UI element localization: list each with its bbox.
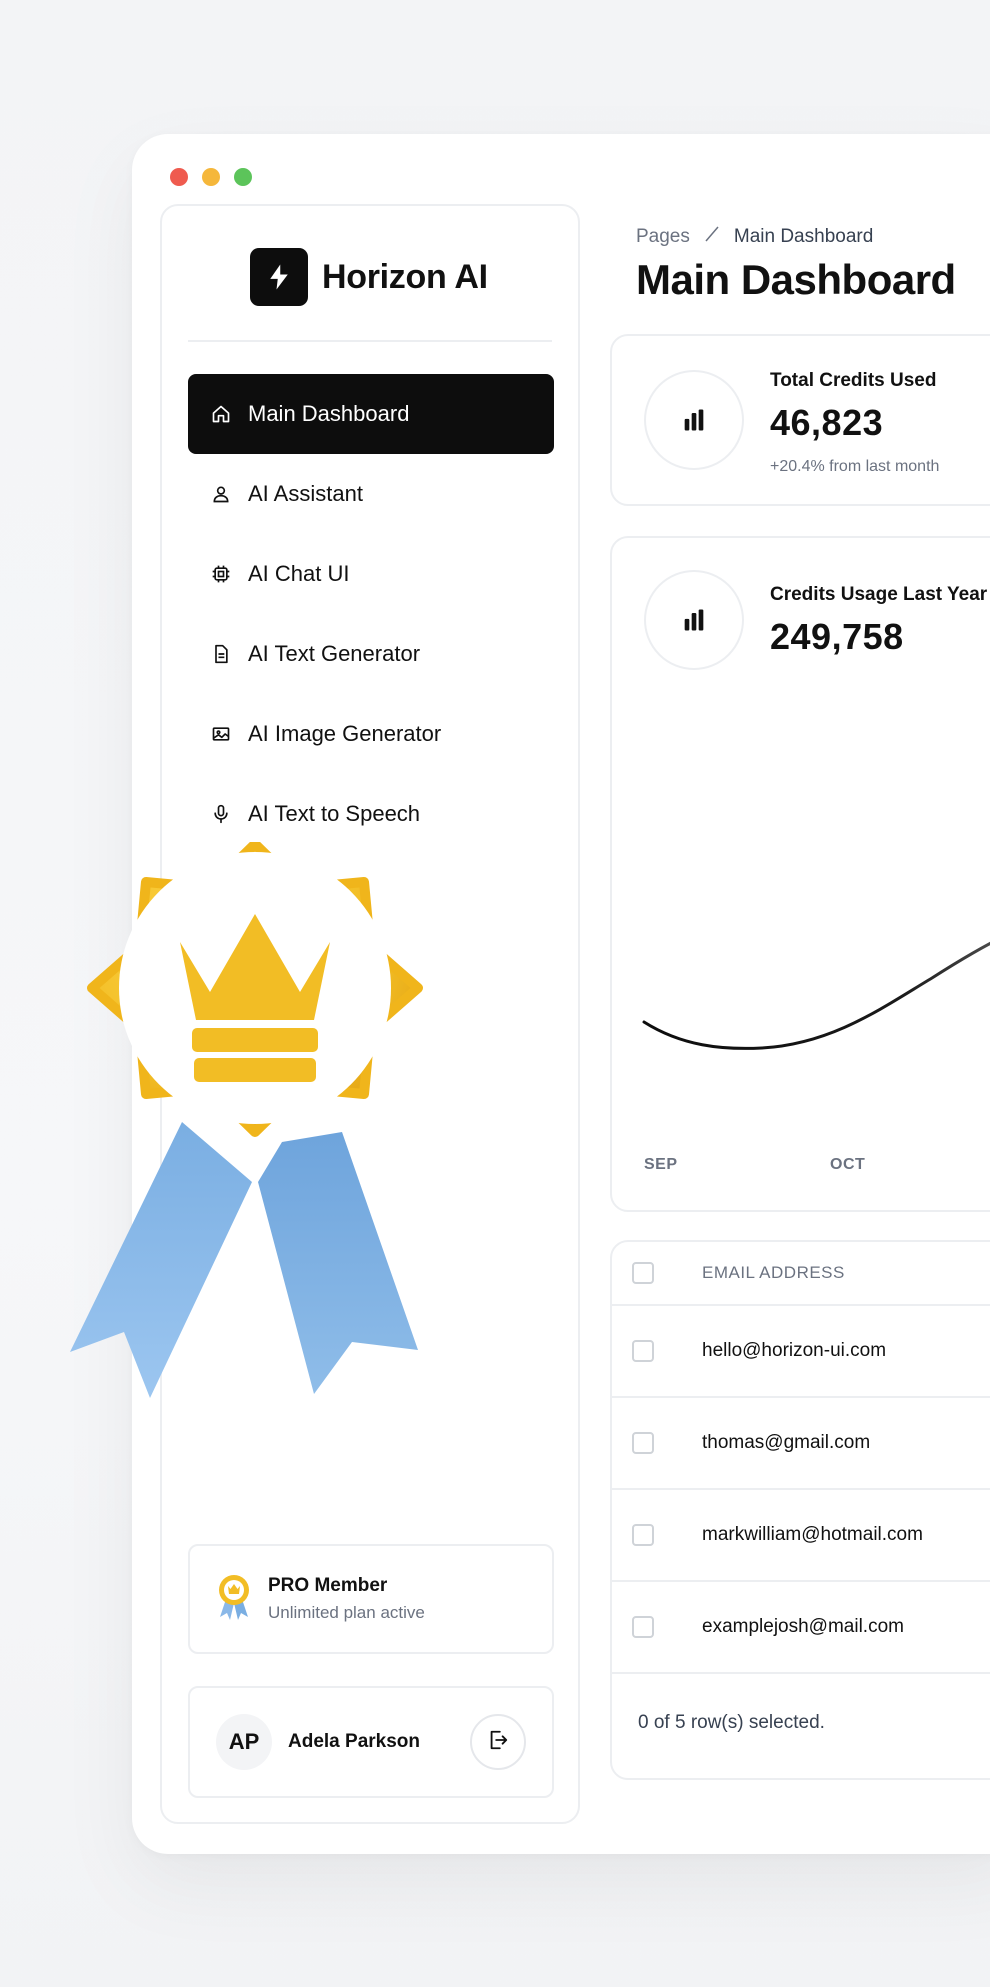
sidebar-item-ai-assistant[interactable]: AI Assistant bbox=[188, 454, 554, 534]
email-cell: markwilliam@hotmail.com bbox=[702, 1524, 923, 1545]
bar-chart-icon bbox=[644, 370, 744, 470]
brand-name: Horizon AI bbox=[322, 257, 488, 296]
sidebar-item-main-dashboard[interactable]: Main Dashboard bbox=[188, 374, 554, 454]
pro-member-card[interactable]: PRO Member Unlimited plan active bbox=[188, 1544, 554, 1654]
user-icon bbox=[210, 483, 232, 505]
sidebar-item-label: AI Image Generator bbox=[248, 721, 442, 746]
sidebar-item-label: AI Text Generator bbox=[248, 641, 421, 666]
sidebar-item-label: Main Dashboard bbox=[248, 401, 410, 426]
row-checkbox[interactable] bbox=[632, 1524, 654, 1546]
select-all-checkbox[interactable] bbox=[632, 1262, 654, 1284]
logout-icon bbox=[487, 1729, 509, 1756]
minimize-window-button[interactable] bbox=[202, 168, 220, 186]
close-window-button[interactable] bbox=[170, 168, 188, 186]
avatar[interactable]: AP bbox=[216, 1714, 272, 1770]
sidebar-item-label: AI Assistant bbox=[248, 481, 363, 506]
email-cell: examplejosh@mail.com bbox=[702, 1616, 904, 1637]
sidebar-item-label: AI Text to Speech bbox=[248, 801, 421, 826]
home-icon bbox=[210, 403, 232, 425]
breadcrumb-separator-icon bbox=[702, 224, 722, 250]
user-name: Adela Parkson bbox=[288, 1731, 420, 1752]
image-icon bbox=[210, 723, 232, 745]
row-checkbox[interactable] bbox=[632, 1616, 654, 1638]
x-tick-label: SEP bbox=[644, 1156, 678, 1173]
breadcrumb-root[interactable]: Pages bbox=[636, 226, 690, 248]
credits-usage-chart-card: Credits Usage Last Year 249,758 SEP OCT bbox=[610, 536, 990, 1212]
microphone-icon bbox=[210, 803, 232, 825]
total-credits-card: Total Credits Used 46,823 +20.4% from la… bbox=[610, 334, 990, 506]
pro-member-title: PRO Member bbox=[268, 1575, 388, 1596]
table-header-row: EMAIL ADDRESS bbox=[612, 1242, 990, 1306]
breadcrumb: Pages Main Dashboard bbox=[636, 224, 873, 250]
table-row[interactable]: markwilliam@hotmail.com bbox=[612, 1490, 990, 1582]
table-row[interactable]: examplejosh@mail.com bbox=[612, 1582, 990, 1674]
brand[interactable]: Horizon AI bbox=[250, 248, 488, 306]
award-badge-illustration bbox=[52, 839, 458, 1402]
sidebar-item-ai-image-generator[interactable]: AI Image Generator bbox=[188, 694, 554, 774]
stat-value: 46,823 bbox=[770, 402, 884, 443]
email-table-card: EMAIL ADDRESS hello@horizon-ui.com thoma… bbox=[610, 1240, 990, 1780]
user-profile-card: AP Adela Parkson bbox=[188, 1686, 554, 1798]
divider bbox=[188, 340, 552, 342]
window-controls bbox=[170, 168, 252, 186]
pro-member-subtitle: Unlimited plan active bbox=[268, 1603, 425, 1622]
chart-plot bbox=[642, 941, 990, 1050]
sidebar-item-ai-chat-ui[interactable]: AI Chat UI bbox=[188, 534, 554, 614]
award-badge-icon bbox=[216, 1573, 252, 1626]
sidebar-nav: Main Dashboard AI Assistant AI Chat UI A… bbox=[188, 374, 554, 854]
sidebar-item-ai-text-generator[interactable]: AI Text Generator bbox=[188, 614, 554, 694]
column-header-email[interactable]: EMAIL ADDRESS bbox=[702, 1263, 845, 1283]
selection-status: 0 of 5 row(s) selected. bbox=[638, 1712, 825, 1733]
chip-icon bbox=[210, 563, 232, 585]
x-tick-label: OCT bbox=[830, 1156, 866, 1173]
row-checkbox[interactable] bbox=[632, 1432, 654, 1454]
sidebar-item-label: AI Chat UI bbox=[248, 561, 350, 586]
logout-button[interactable] bbox=[470, 1714, 526, 1770]
document-icon bbox=[210, 643, 232, 665]
stat-label: Total Credits Used bbox=[770, 370, 937, 391]
email-cell: hello@horizon-ui.com bbox=[702, 1340, 887, 1361]
stat-delta: +20.4% from last month bbox=[770, 458, 940, 475]
row-checkbox[interactable] bbox=[632, 1340, 654, 1362]
pro-member-text: PRO Member Unlimited plan active bbox=[268, 1575, 425, 1623]
page-title: Main Dashboard bbox=[636, 256, 956, 303]
series-line bbox=[642, 941, 990, 1050]
table-row[interactable]: hello@horizon-ui.com bbox=[612, 1306, 990, 1398]
main-content: Pages Main Dashboard Main Dashboard Tota… bbox=[610, 204, 990, 1854]
table-row[interactable]: thomas@gmail.com bbox=[612, 1398, 990, 1490]
maximize-window-button[interactable] bbox=[234, 168, 252, 186]
lightning-icon bbox=[250, 248, 308, 306]
email-cell: thomas@gmail.com bbox=[702, 1432, 871, 1453]
breadcrumb-current: Main Dashboard bbox=[733, 226, 874, 247]
